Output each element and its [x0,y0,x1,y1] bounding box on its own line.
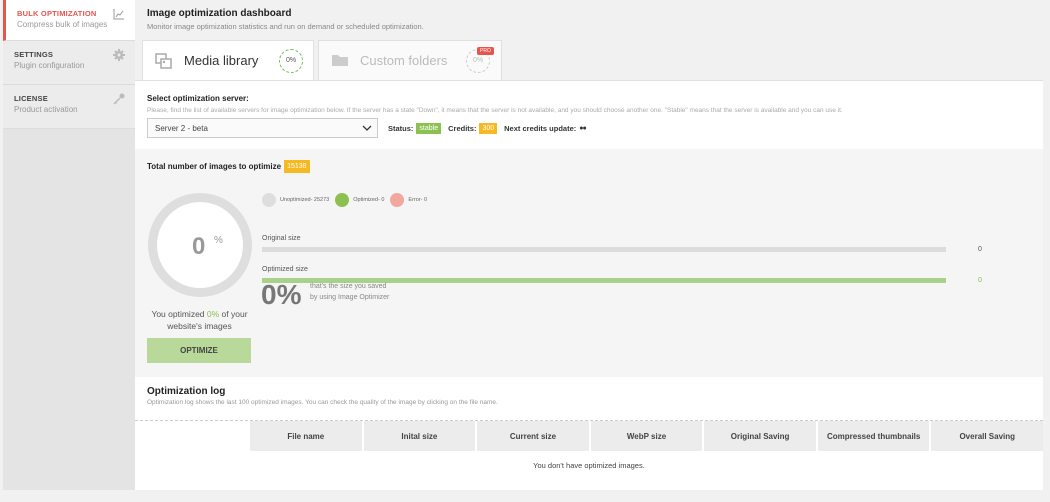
legend-dot [335,193,350,207]
original-size-value: 0 [978,246,982,253]
next-update-label: Next credits update: [504,124,577,133]
log-table-header: File name Inital size Current size WebP … [250,421,1044,451]
sidebar-item-settings[interactable]: SETTINGS Plugin configuration [3,41,135,85]
optimization-ring: 0 % [148,193,252,297]
ring-percent-sign: % [214,235,223,246]
original-size-label: Original size [262,235,301,242]
server-title: Select optimization server: [147,94,249,103]
saved-text: that's the size you saved by using Image… [310,281,389,303]
log-subtitle: Optimization log shows the last 100 opti… [147,399,498,406]
server-select[interactable]: Server 2 - beta [147,118,378,138]
credits-label: Credits: [448,124,477,133]
server-section: Select optimization server: Please, find… [147,94,1027,138]
column-header-compressed-thumbnails[interactable]: Compressed thumbnails [817,421,932,451]
you-optimized-pre: You optimized [151,309,207,319]
status-badge: stable [416,123,442,134]
legend-label: Error- 0 [408,197,428,203]
page-header: Image optimization dashboard Monitor ima… [147,8,424,31]
totals-count-badge: 15138 [284,160,310,173]
sidebar-item-subtitle: Product activation [14,105,78,114]
key-icon [113,93,125,105]
page-title: Image optimization dashboard [147,8,292,19]
progress-circle: 0% [279,49,303,73]
gear-icon [113,49,125,61]
tab-custom-folders[interactable]: Custom folders 0% PRO [318,40,502,80]
legend-error: Error- 0 [390,193,427,207]
tab-label: Custom folders [360,53,448,68]
column-header-file-name[interactable]: File name [250,421,364,451]
tab-media-library[interactable]: Media library 0% [142,40,314,80]
chart-icon [113,9,124,20]
legend-label: Optimized- 0 [353,197,385,203]
sidebar-item-subtitle: Compress bulk of images [17,20,108,29]
dashboard-panel: Select optimization server: Please, find… [135,80,1044,490]
images-icon [155,53,172,69]
column-header-original-saving[interactable]: Original Saving [704,421,818,451]
chevron-down-icon [362,125,372,131]
sidebar-item-title: SETTINGS [14,50,54,59]
main-content: Image optimization dashboard Monitor ima… [135,0,1045,490]
page-subtitle: Monitor image optimization statistics an… [147,22,424,31]
original-size-bar [262,247,946,252]
column-header-webp-size[interactable]: WebP size [590,421,705,451]
credits-badge: 300 [479,123,498,134]
saved-text-line-2: by using Image Optimizer [310,294,390,301]
sidebar-item-license[interactable]: LICENSE Product activation [3,85,135,129]
server-note: Please, find the list of available serve… [147,107,843,114]
legend-dot [390,193,405,207]
saved-text-line-1: that's the size you saved [310,283,387,290]
sidebar-item-title: LICENSE [14,94,48,103]
column-header-overall-saving[interactable]: Overall Saving [931,421,1044,451]
sidebar-item-title: BULK OPTIMIZATION [17,9,97,18]
sidebar: BULK OPTIMIZATION Compress bulk of image… [3,0,135,490]
legend-unoptimized: Unoptimized- 25273 [262,193,329,207]
server-status-row: Status: stable Credits: 300 Next credits… [388,123,587,134]
you-optimized-text: You optimized 0% of your website's image… [147,308,252,332]
ring-value: 0 [192,233,206,260]
status-label: Status: [388,124,414,133]
legend-dot [262,193,276,207]
folder-icon [332,55,348,66]
legend-optimized: Optimized- 0 [335,193,384,207]
sidebar-item-bulk-optimization[interactable]: BULK OPTIMIZATION Compress bulk of image… [3,0,135,41]
optimize-button[interactable]: OPTIMIZE [147,338,251,363]
totals-section: Total number of images to optimize 15138… [135,149,1043,377]
next-update-value: ●● [579,125,587,132]
legend-label: Unoptimized- 25273 [280,197,330,203]
saved-percent: 0% [261,279,302,310]
column-header-current-size[interactable]: Current size [477,421,591,451]
legend: Unoptimized- 25273 Optimized- 0 Error- 0 [262,193,433,207]
optimized-size-value: 0 [978,277,982,284]
empty-log-message: You don't have optimized images. [533,461,645,470]
log-table: File name Inital size Current size WebP … [135,420,1044,490]
tab-label: Media library [184,53,259,68]
optimized-size-label: Optimized size [262,266,308,273]
server-select-value: Server 2 - beta [155,124,208,133]
totals-title: Total number of images to optimize 15138 [147,160,310,173]
sidebar-item-subtitle: Plugin configuration [14,61,85,70]
column-header-initial-size[interactable]: Inital size [363,421,478,451]
log-title: Optimization log [147,386,226,397]
you-optimized-value: 0% [206,309,220,319]
pro-badge: PRO [477,47,494,55]
totals-title-text: Total number of images to optimize [147,162,282,171]
